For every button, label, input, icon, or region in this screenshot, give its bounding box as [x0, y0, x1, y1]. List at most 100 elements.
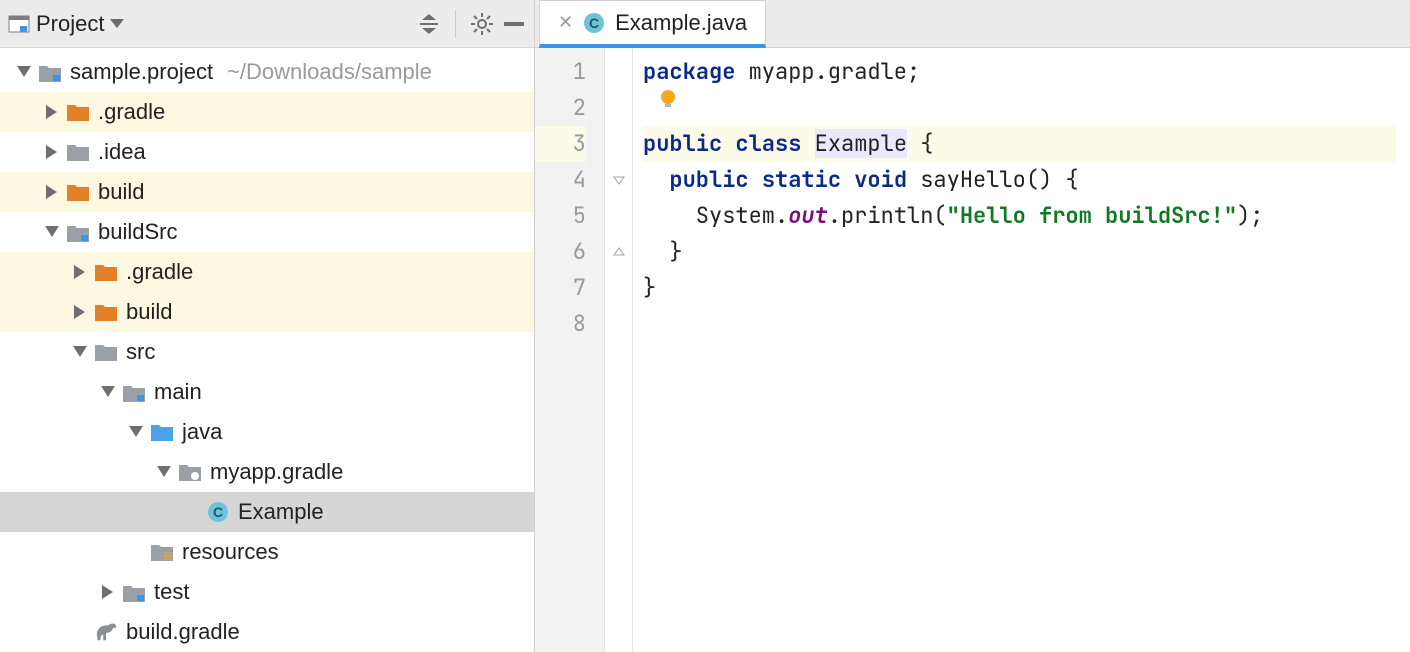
tree-label: src	[126, 339, 155, 365]
fold-toggle-icon[interactable]	[605, 162, 632, 198]
class-icon: C	[583, 12, 605, 34]
chevron-right-icon[interactable]	[70, 302, 90, 322]
tree-label: build	[98, 179, 144, 205]
chevron-down-icon	[110, 19, 124, 29]
tree-node-build-gradle[interactable]: build.gradle	[0, 612, 534, 652]
code-line[interactable]: package myapp.gradle;	[643, 54, 1396, 90]
tree-label: buildSrc	[98, 219, 177, 245]
chevron-down-icon[interactable]	[98, 382, 118, 402]
line-number[interactable]: 6	[535, 234, 586, 270]
intention-bulb-icon[interactable]	[657, 88, 679, 110]
svg-text:C: C	[589, 15, 599, 31]
module-icon	[122, 580, 146, 604]
line-number[interactable]: 5	[535, 198, 586, 234]
tree-node-test[interactable]: test	[0, 572, 534, 612]
tree-node-build[interactable]: build	[0, 172, 534, 212]
editor-gutter[interactable]: 1 2 3 4 5 6 7 8	[535, 48, 605, 652]
package-icon	[178, 460, 202, 484]
hide-icon[interactable]	[502, 12, 526, 36]
tree-node-gradle[interactable]: .gradle	[0, 92, 534, 132]
project-icon	[8, 14, 30, 34]
code-line[interactable]	[643, 306, 1396, 342]
resources-folder-icon	[150, 540, 174, 564]
chevron-right-icon[interactable]	[42, 102, 62, 122]
project-tree[interactable]: sample.project ~/Downloads/sample .gradl…	[0, 48, 534, 652]
tree-node-src[interactable]: src	[0, 332, 534, 372]
tree-node-resources[interactable]: resources	[0, 532, 534, 572]
folder-icon	[94, 300, 118, 324]
code-line[interactable]: }	[643, 270, 1396, 306]
chevron-down-icon[interactable]	[70, 342, 90, 362]
separator	[455, 10, 456, 38]
tree-node-package[interactable]: myapp.gradle	[0, 452, 534, 492]
editor-fold-gutter	[605, 48, 633, 652]
line-number[interactable]: 1	[535, 54, 586, 90]
module-icon	[66, 220, 90, 244]
folder-icon	[94, 260, 118, 284]
tree-node-main[interactable]: main	[0, 372, 534, 412]
chevron-right-icon[interactable]	[42, 182, 62, 202]
arrow-placeholder	[70, 622, 90, 642]
tree-label: java	[182, 419, 222, 445]
fold-toggle-icon[interactable]	[605, 234, 632, 270]
editor-body[interactable]: 1 2 3 4 5 6 7 8 package myapp.gr	[535, 48, 1410, 652]
module-icon	[122, 380, 146, 404]
line-number[interactable]: 3	[535, 126, 586, 162]
chevron-right-icon[interactable]	[70, 262, 90, 282]
line-number[interactable]: 2	[535, 90, 586, 126]
project-toolwindow: Project sample.p	[0, 0, 535, 652]
project-toolwindow-header: Project	[0, 0, 534, 48]
tree-label: main	[154, 379, 202, 405]
tree-node-root[interactable]: sample.project ~/Downloads/sample	[0, 52, 534, 92]
editor-tabstrip: ✕ C Example.java	[535, 0, 1410, 48]
chevron-down-icon[interactable]	[14, 62, 34, 82]
tree-label: sample.project	[70, 59, 213, 85]
code-line[interactable]: public static void sayHello() {	[643, 162, 1396, 198]
project-view-selector[interactable]: Project	[8, 11, 124, 37]
chevron-right-icon[interactable]	[42, 142, 62, 162]
folder-icon	[66, 140, 90, 164]
tree-node-java[interactable]: java	[0, 412, 534, 452]
chevron-down-icon[interactable]	[126, 422, 146, 442]
project-view-label: Project	[36, 11, 104, 37]
code-line[interactable]: System.out.println("Hello from buildSrc!…	[643, 198, 1396, 234]
line-number[interactable]: 7	[535, 270, 586, 306]
close-icon[interactable]: ✕	[558, 12, 573, 33]
folder-icon	[66, 100, 90, 124]
chevron-down-icon[interactable]	[154, 462, 174, 482]
tree-label: .idea	[98, 139, 146, 165]
tree-node-buildsrc-build[interactable]: build	[0, 292, 534, 332]
svg-text:C: C	[213, 504, 223, 520]
arrow-placeholder	[182, 502, 202, 522]
class-icon: C	[206, 500, 230, 524]
line-number[interactable]: 8	[535, 306, 586, 342]
tree-node-idea[interactable]: .idea	[0, 132, 534, 172]
editor-code[interactable]: package myapp.gradle; public class Examp…	[633, 48, 1396, 652]
arrow-placeholder	[126, 542, 146, 562]
chevron-down-icon[interactable]	[42, 222, 62, 242]
tree-label: Example	[238, 499, 324, 525]
tree-label: test	[154, 579, 189, 605]
folder-icon	[94, 340, 118, 364]
chevron-right-icon[interactable]	[98, 582, 118, 602]
tree-label: resources	[182, 539, 279, 565]
tree-hint: ~/Downloads/sample	[227, 59, 432, 85]
editor-tab-example[interactable]: ✕ C Example.java	[539, 0, 766, 48]
editor-scrollbar[interactable]	[1396, 48, 1410, 652]
line-number[interactable]: 4	[535, 162, 586, 198]
code-line[interactable]: public class Example {	[643, 126, 1396, 162]
tree-node-buildsrc-gradle[interactable]: .gradle	[0, 252, 534, 292]
tree-node-buildsrc[interactable]: buildSrc	[0, 212, 534, 252]
gear-icon[interactable]	[470, 12, 494, 36]
tree-node-example-class[interactable]: C Example	[0, 492, 534, 532]
tree-label: myapp.gradle	[210, 459, 343, 485]
code-line[interactable]	[643, 90, 1396, 126]
collapse-all-icon[interactable]	[417, 12, 441, 36]
tree-label: .gradle	[126, 259, 193, 285]
folder-icon	[66, 180, 90, 204]
module-icon	[38, 60, 62, 84]
editor-area: ✕ C Example.java 1 2 3 4 5 6 7 8	[535, 0, 1410, 652]
tree-label: build	[126, 299, 172, 325]
code-line[interactable]: }	[643, 234, 1396, 270]
gradle-icon	[94, 620, 118, 644]
